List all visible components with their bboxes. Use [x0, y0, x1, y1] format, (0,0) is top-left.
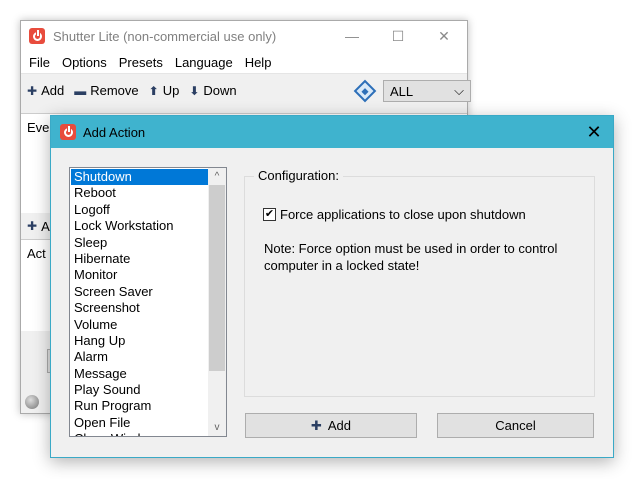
action-list-item[interactable]: Hibernate: [71, 251, 209, 267]
events-column-header: Eve: [27, 120, 50, 135]
action-list-item[interactable]: Sleep: [71, 235, 209, 251]
check-icon: ✔: [264, 208, 275, 220]
arrow-down-icon: ⬇: [189, 83, 200, 98]
action-list-item[interactable]: Message: [71, 366, 209, 382]
shutter-app-icon: [29, 28, 45, 44]
dialog-titlebar[interactable]: Add Action ✕: [51, 116, 613, 148]
action-list-item[interactable]: Open File: [71, 415, 209, 431]
force-option-note: Note: Force option must be used in order…: [264, 241, 558, 273]
remove-event-label: Remove: [90, 83, 139, 98]
menu-help[interactable]: Help: [239, 55, 278, 70]
event-filter-value: ALL: [390, 83, 414, 99]
add-event-label: Add: [41, 83, 65, 98]
action-list-item[interactable]: Play Sound: [71, 382, 209, 398]
menu-file[interactable]: File: [23, 55, 56, 70]
action-list-items: Shutdown Reboot Logoff Lock Workstation Slee…: [71, 169, 209, 436]
action-list-item[interactable]: Logoff: [71, 202, 209, 218]
plus-icon: ✚: [27, 83, 38, 98]
filter-diamond-icon[interactable]: [353, 79, 377, 103]
cancel-button[interactable]: Cancel: [437, 413, 594, 438]
force-close-checkbox[interactable]: ✔: [263, 208, 276, 221]
force-close-label: Force applications to close upon shutdow…: [280, 207, 526, 222]
dialog-title: Add Action: [83, 124, 146, 140]
action-list-item[interactable]: Screenshot: [71, 300, 209, 316]
actions-column-header: Act: [27, 246, 46, 261]
add-action-toolbar-label: A: [41, 218, 50, 234]
move-up-label: Up: [162, 83, 180, 98]
plus-icon: ✚: [27, 219, 38, 233]
action-list-item[interactable]: Monitor: [71, 267, 209, 283]
force-close-option[interactable]: ✔ Force applications to close upon shutd…: [263, 207, 526, 222]
filter-group: ALL ⌵: [353, 79, 471, 103]
plus-icon: ✚: [310, 417, 322, 433]
chevron-down-icon: ⌵: [454, 83, 464, 98]
action-list-item[interactable]: Alarm: [71, 349, 209, 365]
action-list-item[interactable]: Reboot: [71, 185, 209, 201]
event-filter-select[interactable]: ALL ⌵: [383, 80, 471, 102]
configuration-label: Configuration:: [254, 168, 343, 183]
shutter-app-icon: [60, 124, 76, 140]
close-button[interactable]: ✕: [421, 21, 467, 51]
remove-event-button[interactable]: ▬ Remove: [74, 83, 138, 98]
add-action-toolbar-button[interactable]: ✚ A: [27, 219, 50, 234]
action-list-item[interactable]: Hang Up: [71, 333, 209, 349]
action-list-item[interactable]: Run Program: [71, 398, 209, 414]
add-event-button[interactable]: ✚ Add: [27, 83, 64, 98]
move-down-label: Down: [203, 83, 237, 98]
menu-options[interactable]: Options: [56, 55, 113, 70]
action-list-item[interactable]: Shutdown: [71, 169, 209, 186]
globe-icon: [25, 395, 39, 409]
arrow-up-icon: ⬆: [148, 83, 159, 98]
add-action-dialog: Add Action ✕ Shutdown Reboot Logoff Lock Wo…: [50, 115, 614, 458]
menu-language[interactable]: Language: [169, 55, 239, 70]
dialog-close-button[interactable]: ✕: [575, 116, 613, 148]
main-titlebar[interactable]: Shutter Lite (non-commercial use only) —…: [21, 21, 467, 51]
action-list-item[interactable]: Volume: [71, 317, 209, 333]
main-window-title: Shutter Lite (non-commercial use only): [53, 28, 277, 44]
list-scrollbar[interactable]: ^ v: [208, 168, 226, 436]
menu-presets[interactable]: Presets: [113, 55, 169, 70]
add-button-label: Add: [327, 418, 352, 433]
move-down-button[interactable]: ⬇ Down: [189, 83, 236, 98]
cancel-button-label: Cancel: [495, 418, 536, 433]
scroll-down-icon[interactable]: v: [208, 419, 226, 436]
maximize-button[interactable]: ☐: [375, 21, 421, 51]
action-list-item[interactable]: Screen Saver: [71, 284, 209, 300]
add-button[interactable]: ✚ Add: [245, 413, 417, 438]
scroll-up-icon[interactable]: ^: [208, 168, 226, 185]
minus-icon: ▬: [74, 83, 87, 98]
menu-bar: File Options Presets Language Help: [21, 51, 467, 73]
minimize-button[interactable]: —: [329, 21, 375, 51]
action-type-list[interactable]: Shutdown Reboot Logoff Lock Workstation Slee…: [69, 167, 227, 437]
action-list-item[interactable]: Close Window: [71, 431, 209, 436]
move-up-button[interactable]: ⬆ Up: [149, 83, 180, 98]
action-list-item[interactable]: Lock Workstation: [71, 218, 209, 234]
scroll-thumb[interactable]: [209, 185, 225, 371]
events-toolbar: ✚ Add ▬ Remove ⬆ Up ⬇ Down ALL ⌵: [21, 73, 471, 107]
